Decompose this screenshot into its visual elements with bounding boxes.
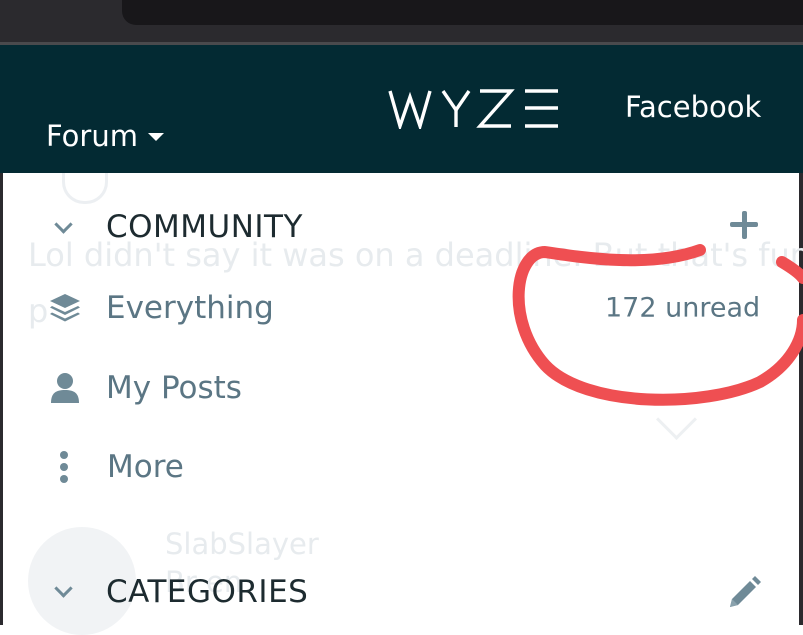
layers-icon <box>50 294 80 322</box>
user-icon <box>51 373 79 403</box>
right-window-edge <box>799 173 803 625</box>
sidebar-item-my-posts[interactable]: My Posts <box>50 370 242 406</box>
vertical-ellipsis-icon <box>60 451 68 483</box>
ghost-avatar-fragment <box>62 173 108 204</box>
sidebar-item-label: Everything <box>106 290 274 326</box>
sidebar-item-everything[interactable]: Everything <box>48 290 274 326</box>
plus-icon[interactable] <box>729 210 759 240</box>
site-header: Forum Facebook <box>0 45 803 173</box>
sidebar-item-label: My Posts <box>106 370 242 406</box>
pencil-icon[interactable] <box>726 575 762 611</box>
wyze-logo[interactable] <box>388 89 560 129</box>
unread-count-badge[interactable]: 172 unread <box>605 293 760 324</box>
sidebar-item-more[interactable]: More <box>58 449 184 485</box>
ghost-chevron-icon <box>655 398 698 441</box>
ghost-username: SlabSlayer <box>165 527 319 561</box>
forum-menu-button[interactable]: Forum <box>46 119 164 153</box>
community-section-title[interactable]: COMMUNITY <box>106 209 303 245</box>
categories-section-title[interactable]: CATEGORIES <box>106 574 308 610</box>
facebook-link[interactable]: Facebook <box>625 90 761 124</box>
left-window-edge <box>0 173 3 625</box>
sidebar-item-label: More <box>107 449 184 485</box>
chevron-down-icon[interactable] <box>54 215 73 234</box>
caret-down-icon <box>147 133 164 141</box>
browser-url-bar[interactable] <box>122 0 803 25</box>
ghost-post-text-2: p <box>28 292 49 330</box>
browser-top-bar <box>0 0 803 45</box>
forum-label: Forum <box>46 119 138 153</box>
